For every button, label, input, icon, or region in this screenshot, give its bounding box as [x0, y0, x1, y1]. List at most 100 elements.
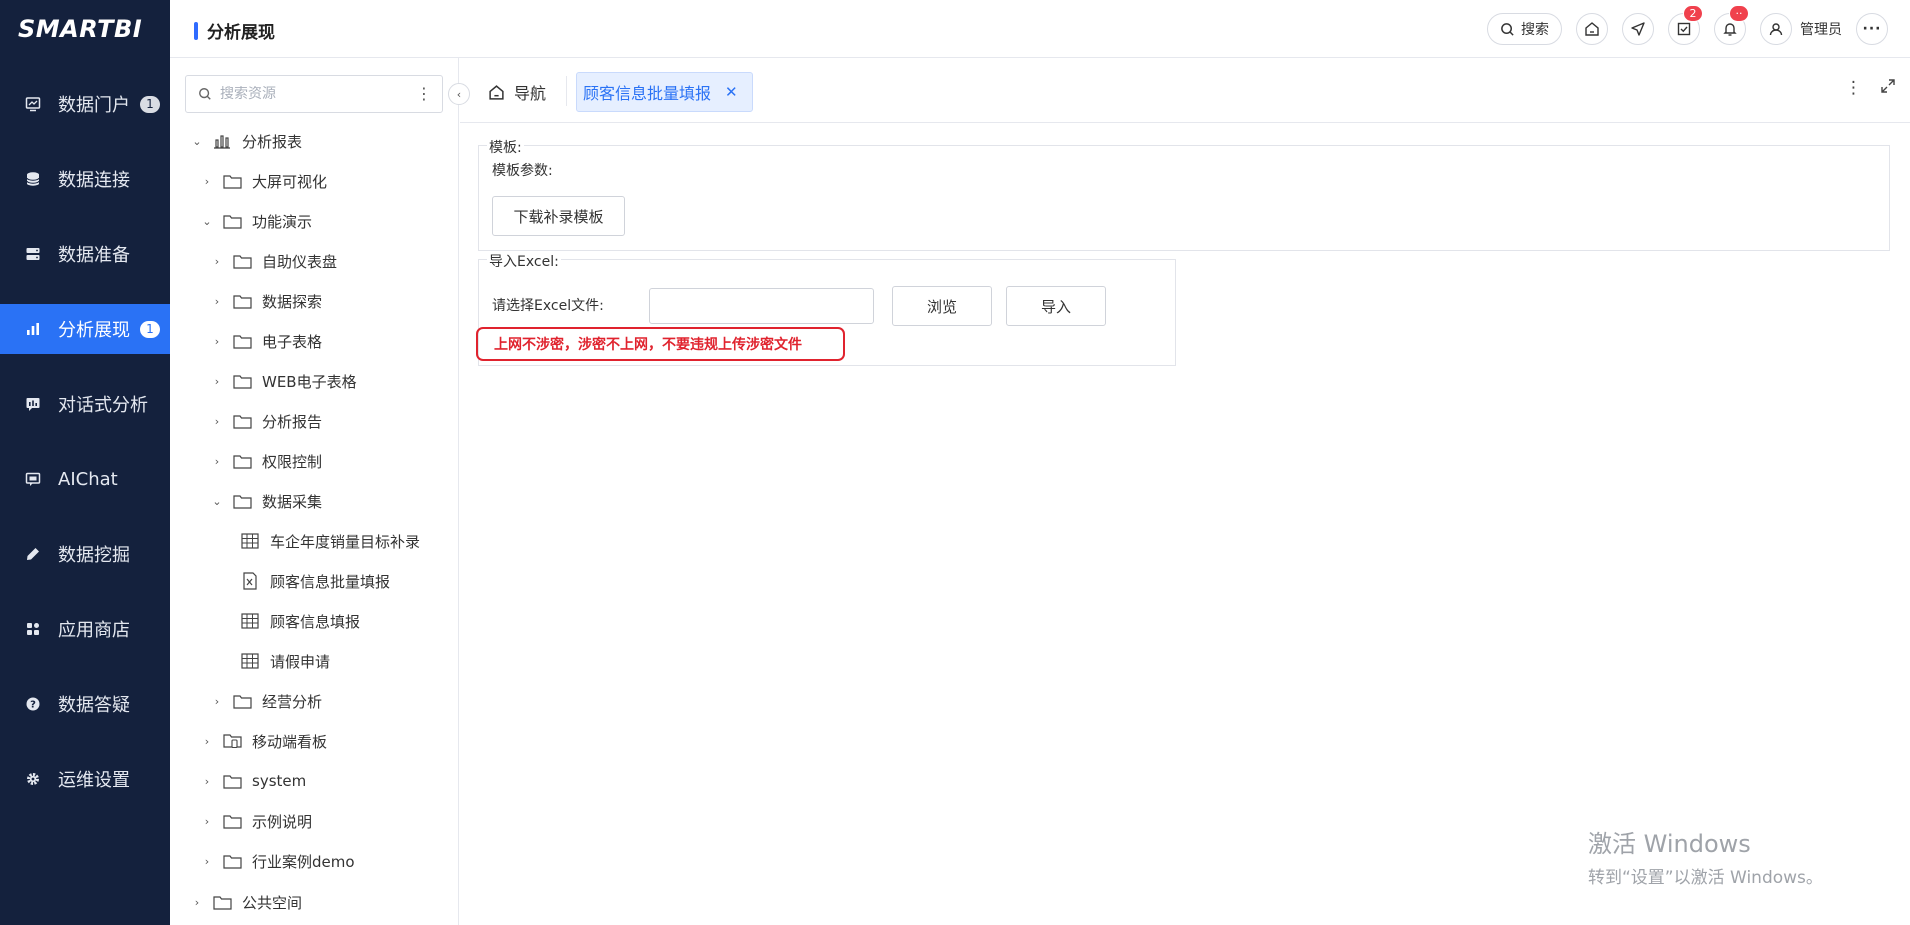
- tab-navigation[interactable]: 导航: [488, 80, 546, 104]
- chevron-right-icon[interactable]: ›: [190, 896, 204, 909]
- folder-icon: [232, 372, 252, 390]
- browse-button[interactable]: 浏览: [892, 286, 992, 326]
- nav-item-data-mining[interactable]: 数据挖掘: [0, 529, 170, 579]
- chevron-right-icon[interactable]: ›: [210, 375, 224, 388]
- nav-item-aichat[interactable]: AIChat: [0, 454, 170, 504]
- tree-node-spreadsheet[interactable]: › 电子表格: [210, 326, 322, 356]
- chevron-right-icon[interactable]: ›: [210, 255, 224, 268]
- nav-item-data-prep[interactable]: 数据准备: [0, 229, 170, 279]
- chevron-right-icon[interactable]: ›: [200, 815, 214, 828]
- tree-node-dashboard[interactable]: › 自助仪表盘: [210, 246, 337, 276]
- import-button[interactable]: 导入: [1006, 286, 1106, 326]
- template-legend: 模板:: [487, 137, 524, 157]
- nav-item-data-qa[interactable]: ? 数据答疑: [0, 679, 170, 729]
- question-circle-icon: ?: [24, 695, 42, 713]
- tree-node-car-sales-target[interactable]: 车企年度销量目标补录: [240, 526, 420, 556]
- user-name: 管理员: [1800, 22, 1842, 38]
- tree-node-feature-demo[interactable]: ⌄ 功能演示: [200, 206, 312, 236]
- close-icon[interactable]: ✕: [725, 83, 738, 101]
- header-actions: 搜索 2 ·· 管理员 ···: [1487, 5, 1888, 45]
- server-stack-icon: [24, 245, 42, 263]
- chevron-right-icon[interactable]: ›: [200, 735, 214, 748]
- nav-label: 数据门户: [58, 95, 130, 116]
- tab-customer-batch-fill[interactable]: 顾客信息批量填报 ✕: [576, 72, 753, 112]
- tab-bar: 导航 顾客信息批量填报 ✕ ⋮: [460, 58, 1910, 123]
- tree-node-data-collection[interactable]: ⌄ 数据采集: [210, 486, 322, 516]
- tree-node-web-spreadsheet[interactable]: › WEB电子表格: [210, 366, 357, 396]
- tree-node-business-analysis[interactable]: › 经营分析: [210, 686, 322, 716]
- more-button[interactable]: ···: [1856, 13, 1888, 45]
- tab-label: 顾客信息批量填报: [583, 84, 712, 103]
- chevron-right-icon[interactable]: ›: [200, 175, 214, 188]
- nav-label: 数据连接: [58, 170, 130, 191]
- user-menu[interactable]: 管理员: [1760, 13, 1842, 45]
- nav-label: AIChat: [58, 468, 118, 490]
- notice-count-badge: ··: [1729, 5, 1749, 22]
- tree-node-customer-fill[interactable]: 顾客信息填报: [240, 606, 360, 636]
- resource-search-input[interactable]: [220, 86, 400, 102]
- tree-menu-icon[interactable]: ⋮: [416, 84, 432, 103]
- tree-node-public-space[interactable]: › 公共空间: [190, 887, 302, 917]
- folder-icon: [222, 172, 242, 190]
- nav-item-conversational-analysis[interactable]: 对话式分析: [0, 379, 170, 429]
- chevron-down-icon[interactable]: ⌄: [190, 135, 204, 148]
- more-dots-icon: ···: [1862, 21, 1882, 37]
- tree-node-data-explore[interactable]: › 数据探索: [210, 286, 322, 316]
- resource-tree-panel: ⋮ ⌄ 分析报表 › 大屏可视化 ⌄ 功能演示 › 自助仪表盘 › 数据探索 ›…: [170, 58, 459, 925]
- folder-icon: [232, 412, 252, 430]
- nav-label: 数据挖掘: [58, 545, 130, 566]
- tree-node-examples[interactable]: › 示例说明: [200, 806, 312, 836]
- tab-label: 导航: [514, 84, 547, 103]
- tab-more-icon[interactable]: ⋮: [1845, 78, 1862, 99]
- global-search-button[interactable]: 搜索: [1487, 13, 1562, 45]
- nav-label: 数据准备: [58, 245, 130, 266]
- tree-node-industry-demo[interactable]: › 行业案例demo: [200, 846, 355, 876]
- tree-node-analysis-report[interactable]: › 分析报告: [210, 406, 322, 436]
- download-template-button[interactable]: 下载补录模板: [492, 196, 625, 236]
- smartbi-logo[interactable]: SMARTBI: [18, 15, 142, 43]
- tree-node-big-screen[interactable]: › 大屏可视化: [200, 166, 327, 196]
- tasks-button[interactable]: 2: [1668, 5, 1703, 45]
- folder-icon: [222, 772, 242, 790]
- nav-item-data-connection[interactable]: 数据连接: [0, 154, 170, 204]
- nav-item-ops-settings[interactable]: 运维设置: [0, 754, 170, 804]
- fullscreen-icon[interactable]: [1880, 78, 1896, 99]
- send-button[interactable]: [1622, 13, 1654, 45]
- folder-icon: [222, 852, 242, 870]
- folder-icon: [232, 332, 252, 350]
- nav-item-app-store[interactable]: 应用商店: [0, 604, 170, 654]
- home-button[interactable]: [1576, 13, 1608, 45]
- folder-icon: [232, 692, 252, 710]
- chevron-right-icon[interactable]: ›: [210, 335, 224, 348]
- collapse-tree-button[interactable]: ‹: [448, 83, 470, 105]
- chevron-down-icon[interactable]: ⌄: [210, 495, 224, 508]
- tree-node-mobile-board[interactable]: › 移动端看板: [200, 726, 327, 756]
- tree-node-customer-batch-fill[interactable]: 顾客信息批量填报: [240, 566, 390, 596]
- tree-node-system[interactable]: › system: [200, 766, 306, 796]
- chevron-right-icon[interactable]: ›: [210, 695, 224, 708]
- tree-node-leave-request[interactable]: 请假申请: [240, 646, 330, 676]
- watermark-subtitle: 转到“设置”以激活 Windows。: [1588, 868, 1823, 888]
- title-accent-bar: [194, 21, 198, 40]
- nav-item-analysis[interactable]: 分析展现 1: [0, 304, 170, 354]
- tree-node-label: system: [252, 772, 307, 790]
- import-excel-legend: 导入Excel:: [487, 251, 561, 271]
- chevron-right-icon[interactable]: ›: [210, 295, 224, 308]
- nav-count-badge: 1: [140, 95, 160, 113]
- chevron-right-icon[interactable]: ›: [210, 455, 224, 468]
- nav-item-data-portal[interactable]: 数据门户 1: [0, 79, 170, 129]
- tree-node-label: 权限控制: [262, 452, 323, 471]
- chevron-down-icon[interactable]: ⌄: [200, 215, 214, 228]
- search-label: 搜索: [1521, 22, 1549, 38]
- chevron-right-icon[interactable]: ›: [200, 775, 214, 788]
- folder-icon: [212, 893, 232, 911]
- chevron-right-icon[interactable]: ›: [200, 855, 214, 868]
- notifications-button[interactable]: ··: [1714, 5, 1749, 45]
- ai-chat-icon: [24, 470, 42, 488]
- chevron-right-icon[interactable]: ›: [210, 415, 224, 428]
- folder-icon: [232, 492, 252, 510]
- tree-node-permission[interactable]: › 权限控制: [210, 446, 322, 476]
- table-icon: [240, 612, 260, 630]
- excel-file-input[interactable]: [649, 288, 874, 324]
- tree-node-analysis-reports[interactable]: ⌄ 分析报表: [190, 126, 302, 156]
